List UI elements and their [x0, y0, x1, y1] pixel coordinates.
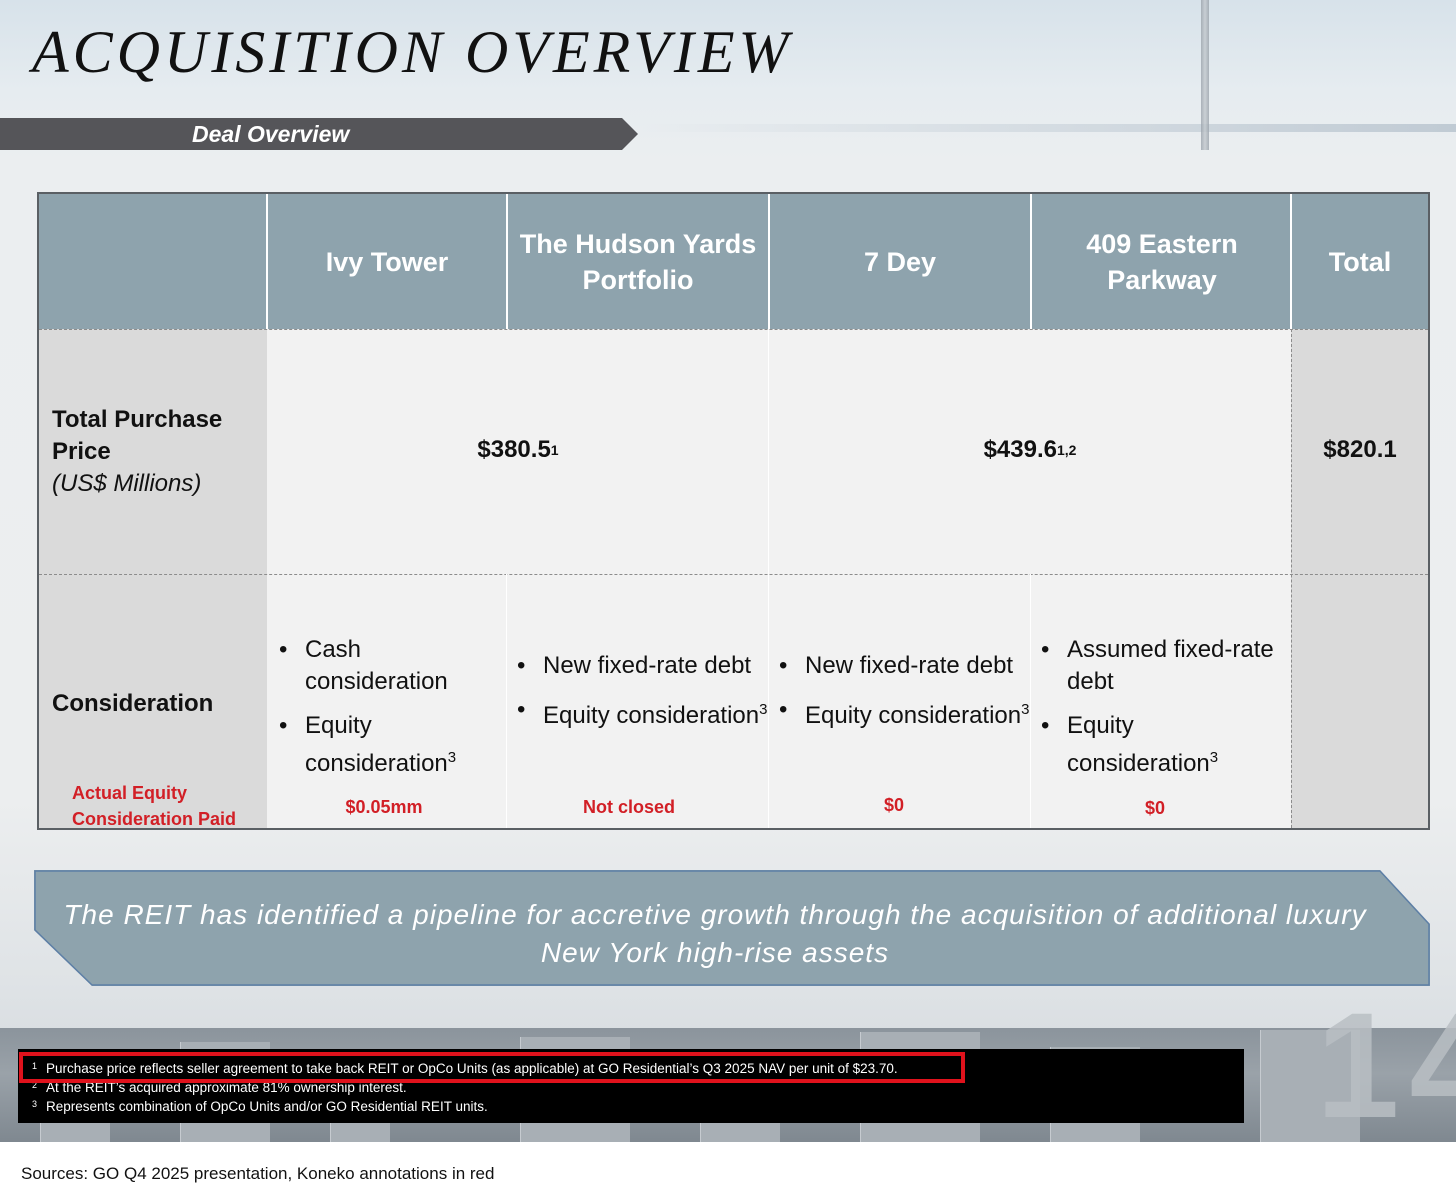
- tower-mast-graphic: [1201, 0, 1209, 150]
- list-item: Equity consideration3: [516, 694, 768, 732]
- consideration-list-ivy-tower: Cash consideration Equity consideration3: [278, 634, 498, 792]
- price-value-text: $380.5: [477, 436, 551, 463]
- section-banner-label: Deal Overview: [192, 121, 350, 147]
- list-item-text: Assumed fixed-rate debt: [1067, 636, 1274, 695]
- list-item: Equity consideration3: [278, 710, 498, 780]
- list-item: New fixed-rate debt: [778, 650, 1030, 682]
- section-banner: Deal Overview: [0, 118, 638, 150]
- horizon-haze: [640, 124, 1456, 132]
- price-value-total: $820.1: [1323, 436, 1397, 463]
- header-total: Total: [1292, 194, 1428, 329]
- consideration-label-text: Consideration: [52, 690, 214, 717]
- footnote-ref: 3: [1209, 749, 1219, 766]
- deal-overview-table: Ivy Tower The Hudson Yards Portfolio 7 D…: [37, 192, 1430, 830]
- list-item-text: Equity consideration: [305, 712, 448, 777]
- footnote-highlight-box: [19, 1052, 965, 1083]
- annotation-value-409-eastern-parkway: $0: [1144, 798, 1166, 818]
- footnote-3: 3 Represents combination of OpCo Units an…: [32, 1099, 488, 1115]
- row-divider: [39, 574, 1428, 575]
- price-value-group1: $380.5 1: [268, 430, 768, 470]
- list-item: New fixed-rate debt: [516, 650, 768, 682]
- annotation-label-line: Consideration Paid: [72, 809, 237, 829]
- pipeline-callout-text: The REIT has identified a pipeline for a…: [63, 899, 1367, 968]
- price-value-group2: $439.6 1,2: [770, 430, 1290, 470]
- list-item-text: Equity consideration: [1067, 712, 1210, 777]
- footnote-number: 3: [32, 1099, 38, 1109]
- column-divider: [1291, 329, 1292, 828]
- header-divider: [768, 194, 770, 329]
- header-409-eastern-parkway: 409 Eastern Parkway: [1032, 194, 1292, 329]
- list-item: Equity consideration3: [778, 694, 1030, 732]
- column-divider: [1030, 574, 1031, 828]
- list-item: Assumed fixed-rate debt: [1040, 634, 1290, 698]
- header-hudson-yards: The Hudson Yards Portfolio: [508, 194, 768, 329]
- footnote-ref: 3: [447, 749, 457, 766]
- page-number: 14: [1316, 981, 1456, 1149]
- list-item: Equity consideration3: [1040, 710, 1290, 780]
- consideration-list-hudson-yards: New fixed-rate debt Equity consideration…: [516, 650, 768, 744]
- total-column: [1291, 329, 1428, 828]
- row-divider: [39, 329, 1428, 330]
- row-label-total-purchase-price: Total Purchase Price (US$ Millions): [52, 404, 242, 500]
- price-label-units: (US$ Millions): [52, 470, 202, 497]
- price-value-text: $439.6: [983, 436, 1057, 463]
- header-divider: [1030, 194, 1032, 329]
- footnote-ref: 3: [759, 701, 768, 718]
- list-item: Cash consideration: [278, 634, 498, 698]
- header-ivy-tower: Ivy Tower: [268, 194, 506, 329]
- list-item-text: Cash consideration: [305, 636, 448, 695]
- header-divider: [1290, 194, 1292, 329]
- footnote-ref: 3: [1021, 701, 1030, 718]
- list-item-text: Equity consideration: [805, 702, 1022, 729]
- consideration-list-409-eastern-parkway: Assumed fixed-rate debt Equity considera…: [1040, 634, 1290, 792]
- footnote-text: Represents combination of OpCo Units and…: [46, 1099, 488, 1114]
- consideration-list-7-dey: New fixed-rate debt Equity consideration…: [778, 650, 1030, 744]
- price-footnote-ref: 1,2: [1056, 442, 1077, 458]
- price-label-text: Total Purchase Price: [52, 406, 223, 465]
- price-footnote-ref: 1: [550, 442, 559, 458]
- list-item-text: Equity consideration: [543, 702, 760, 729]
- row-label-consideration: Consideration: [52, 688, 213, 720]
- page-title: ACQUISITION OVERVIEW: [32, 19, 793, 85]
- header-divider: [506, 194, 508, 329]
- sources-caption: Sources: GO Q4 2025 presentation, Koneko…: [21, 1164, 495, 1183]
- list-item-text: New fixed-rate debt: [543, 652, 752, 679]
- header-divider: [266, 194, 268, 329]
- header-7-dey: 7 Dey: [770, 194, 1030, 329]
- annotation-value-7-dey: $0: [883, 795, 905, 815]
- column-divider: [506, 574, 507, 828]
- annotation-value-hudson-yards: Not closed: [582, 797, 675, 817]
- annotation-value-ivy-tower: $0.05mm: [345, 797, 423, 817]
- list-item-text: New fixed-rate debt: [805, 652, 1014, 679]
- column-divider: [768, 329, 769, 828]
- annotation-label-line: Actual Equity: [72, 783, 188, 803]
- annotation-label: Actual Equity Consideration Paid: [72, 780, 236, 832]
